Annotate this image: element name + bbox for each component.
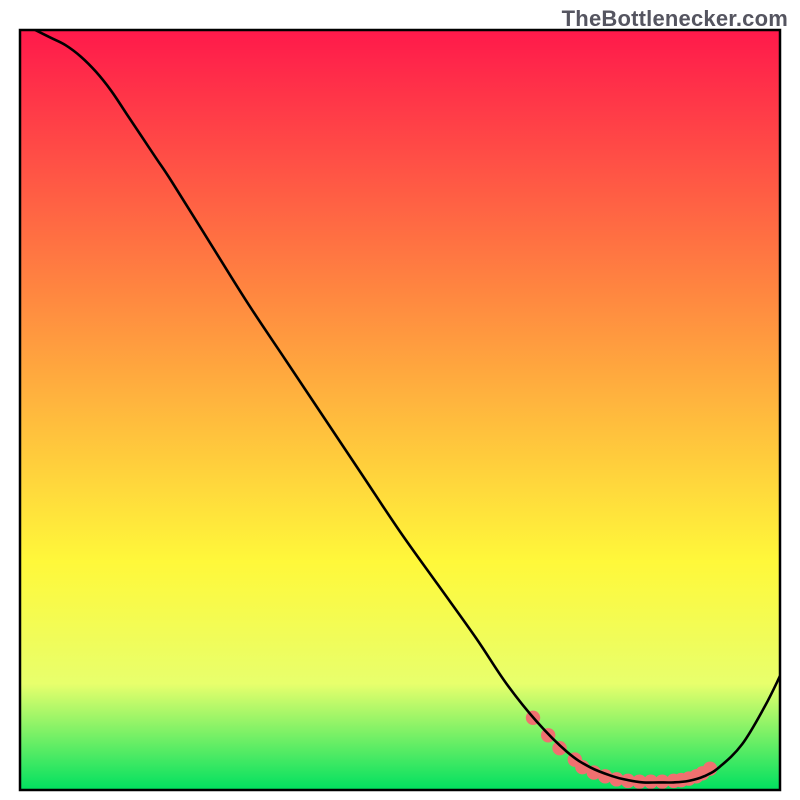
bottleneck-chart: TheBottlenecker.com <box>0 0 800 800</box>
watermark-label: TheBottlenecker.com <box>562 6 788 32</box>
plot-svg <box>0 0 800 800</box>
plot-area <box>20 30 780 790</box>
gradient-background <box>20 30 780 790</box>
